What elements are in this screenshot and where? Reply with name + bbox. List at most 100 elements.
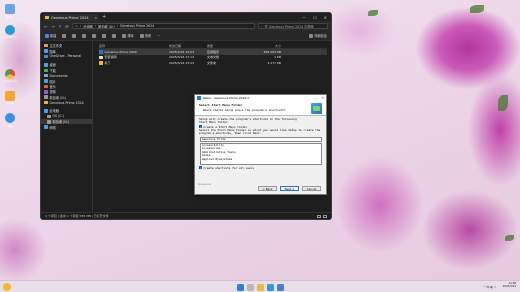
window-controls: — ☐ ✕ <box>302 15 331 20</box>
desktop-icon-network[interactable]: 网络 <box>3 113 17 128</box>
search-icon[interactable] <box>246 283 254 291</box>
file-explorer-icon[interactable] <box>256 283 264 291</box>
details-pane-icon <box>309 33 314 38</box>
paste-icon[interactable] <box>82 33 87 38</box>
folder-list-item[interactable]: Applied Biosystems <box>202 157 321 162</box>
address-bar[interactable]: ▭ › 此电脑 › 新加坡 (D:) › Geneious Prime 2024 <box>72 23 255 29</box>
sidebar-item-label: 视频 <box>49 90 56 95</box>
sidebar-item-icon <box>44 79 48 83</box>
more-button[interactable]: ··· <box>157 34 160 38</box>
up-button[interactable]: ↑ <box>58 24 62 29</box>
checkbox-checked-icon <box>199 166 202 170</box>
view-button[interactable]: 查看 <box>139 33 152 38</box>
tiles-view-icon[interactable] <box>323 214 327 218</box>
minimize-button[interactable]: — <box>302 15 306 20</box>
dialog-close-button[interactable]: ✕ <box>321 96 324 100</box>
maximize-button[interactable]: ☐ <box>313 15 317 20</box>
explorer-titlebar: Geneious Prime 2024 ✕ + — ☐ ✕ <box>41 13 331 21</box>
installer-brand: Geneious <box>198 182 212 186</box>
system-tray[interactable]: ^ 中 ◐ ♪ <box>483 285 496 289</box>
desktop-icon-edge[interactable]: Microsoft Edge <box>3 25 17 39</box>
tab-close-icon[interactable]: ✕ <box>94 16 97 20</box>
new-button[interactable]: 新建 <box>45 33 56 38</box>
file-size: 1 KB <box>274 55 281 60</box>
dialog-heading: Select Start Menu Folder <box>199 103 243 107</box>
desktop-icon-recycle-bin[interactable]: 回收站 <box>3 4 17 19</box>
plus-icon <box>45 33 49 38</box>
sidebar-item-label: OS (C:) <box>52 114 64 119</box>
sidebar-item-label: 主文件夹 <box>49 44 63 49</box>
dialog-minimize-button[interactable]: — <box>314 96 317 100</box>
view-toggle <box>317 214 327 218</box>
wallpaper-leaf <box>368 10 378 16</box>
breadcrumb-item[interactable]: Geneious Prime 2024 <box>120 24 154 28</box>
dialog-window-controls: — ✕ <box>314 96 324 100</box>
desktop-icon-label: Google Chrome <box>3 80 17 83</box>
breadcrumb-sep: › <box>80 24 82 28</box>
sidebar-item-icon <box>44 84 48 89</box>
refresh-button[interactable]: ⟳ <box>65 24 69 29</box>
back-button[interactable]: ← <box>44 24 48 29</box>
setup-icon[interactable] <box>276 283 284 291</box>
share-icon[interactable] <box>102 33 107 38</box>
wallpaper-leaf <box>470 5 484 13</box>
explorer-tab[interactable]: Geneious Prime 2024 ✕ <box>43 14 99 21</box>
search-icon: ⌕ <box>261 24 263 28</box>
column-type[interactable]: 类型 <box>207 44 247 48</box>
start-menu-folder-list[interactable]: Accessibility Accessories Administrative T… <box>200 142 322 165</box>
back-button[interactable]: < Back <box>258 186 277 191</box>
navigation-pane: 主文件夹 图库 OneDrive - Personal 桌面 下载 Documents 图片… <box>41 41 93 212</box>
dialog-subheading: Where should Setup place the program's s… <box>203 108 286 112</box>
edge-icon[interactable] <box>266 283 274 291</box>
close-window-button[interactable]: ✕ <box>324 15 327 20</box>
rename-icon[interactable] <box>92 33 97 38</box>
sidebar-item-icon <box>44 43 48 48</box>
folder-icon <box>99 61 103 65</box>
desktop-icon-label: 网络 <box>7 125 13 128</box>
copy-icon[interactable] <box>72 33 77 38</box>
sidebar-item[interactable]: 网络 <box>41 124 92 130</box>
vortex-icon <box>5 91 15 101</box>
sidebar-item-label: 下载 <box>49 68 56 73</box>
dialog-title: Setup - Geneious Prime 2024.0 <box>202 96 250 100</box>
sidebar-item-icon <box>44 68 48 72</box>
sidebar-item-icon <box>44 54 48 59</box>
column-date[interactable]: 修改日期 <box>169 44 207 48</box>
sidebar-item-label: 桌面 <box>49 63 56 68</box>
column-name[interactable]: 名称 <box>99 44 169 48</box>
delete-icon[interactable] <box>112 33 117 38</box>
file-type: 应用程序 <box>207 49 220 54</box>
next-button[interactable]: Next > <box>280 186 299 191</box>
details-view-icon[interactable] <box>317 214 321 218</box>
column-size[interactable]: 大小 <box>247 44 281 48</box>
forward-button[interactable]: → <box>51 24 55 29</box>
setup-dialog: Setup - Geneious Prime 2024.0 — ✕ Select… <box>194 94 327 195</box>
all-users-checkbox[interactable]: Create shortcuts for all users <box>195 166 326 170</box>
file-type: 文本文档 <box>207 55 220 60</box>
breadcrumb-item[interactable]: 此电脑 <box>83 24 93 29</box>
file-row[interactable]: 补丁 2025/3/24 13:23 文件夹 3,277 KB <box>99 60 327 66</box>
cancel-button[interactable]: Cancel <box>302 186 321 191</box>
search-input[interactable]: ⌕ 在 Geneious Prime 2024 中搜索 <box>258 23 328 29</box>
view-label: 查看 <box>144 34 152 38</box>
desktop-icon-chrome[interactable]: Google Chrome <box>3 69 17 83</box>
text-file-icon <box>99 55 103 59</box>
navigation-bar: ← → ↑ ⟳ ▭ › 此电脑 › 新加坡 (D:) › Geneious Pr… <box>41 21 331 31</box>
edge-icon <box>5 25 15 35</box>
windows-start-icon[interactable] <box>236 283 244 291</box>
details-button[interactable]: 详细信息 <box>309 33 327 38</box>
sidebar-item-label: 图库 <box>49 49 56 54</box>
breadcrumb-item[interactable]: 新加坡 (D:) <box>98 24 115 29</box>
status-text: 3 个项目 | 选中 1 个项目 585 MB | 已打开文件 <box>45 214 109 218</box>
sidebar-item-icon <box>44 109 48 113</box>
clock[interactable]: 14:08 2025/3/24 <box>503 282 516 289</box>
desktop-icon-vortex[interactable]: Vortex <box>3 91 17 105</box>
checkbox-checked-icon <box>199 125 202 129</box>
sidebar-item-label: OneDrive - Personal <box>49 54 82 59</box>
new-tab-button[interactable]: + <box>102 14 106 20</box>
start-menu-folder-input[interactable]: Geneious Prime <box>200 136 322 142</box>
cut-icon[interactable] <box>62 33 67 38</box>
sidebar-item-label: 此电脑 <box>49 109 60 114</box>
sort-button[interactable]: 排序 <box>122 33 134 38</box>
sidebar-item-icon <box>44 63 48 67</box>
